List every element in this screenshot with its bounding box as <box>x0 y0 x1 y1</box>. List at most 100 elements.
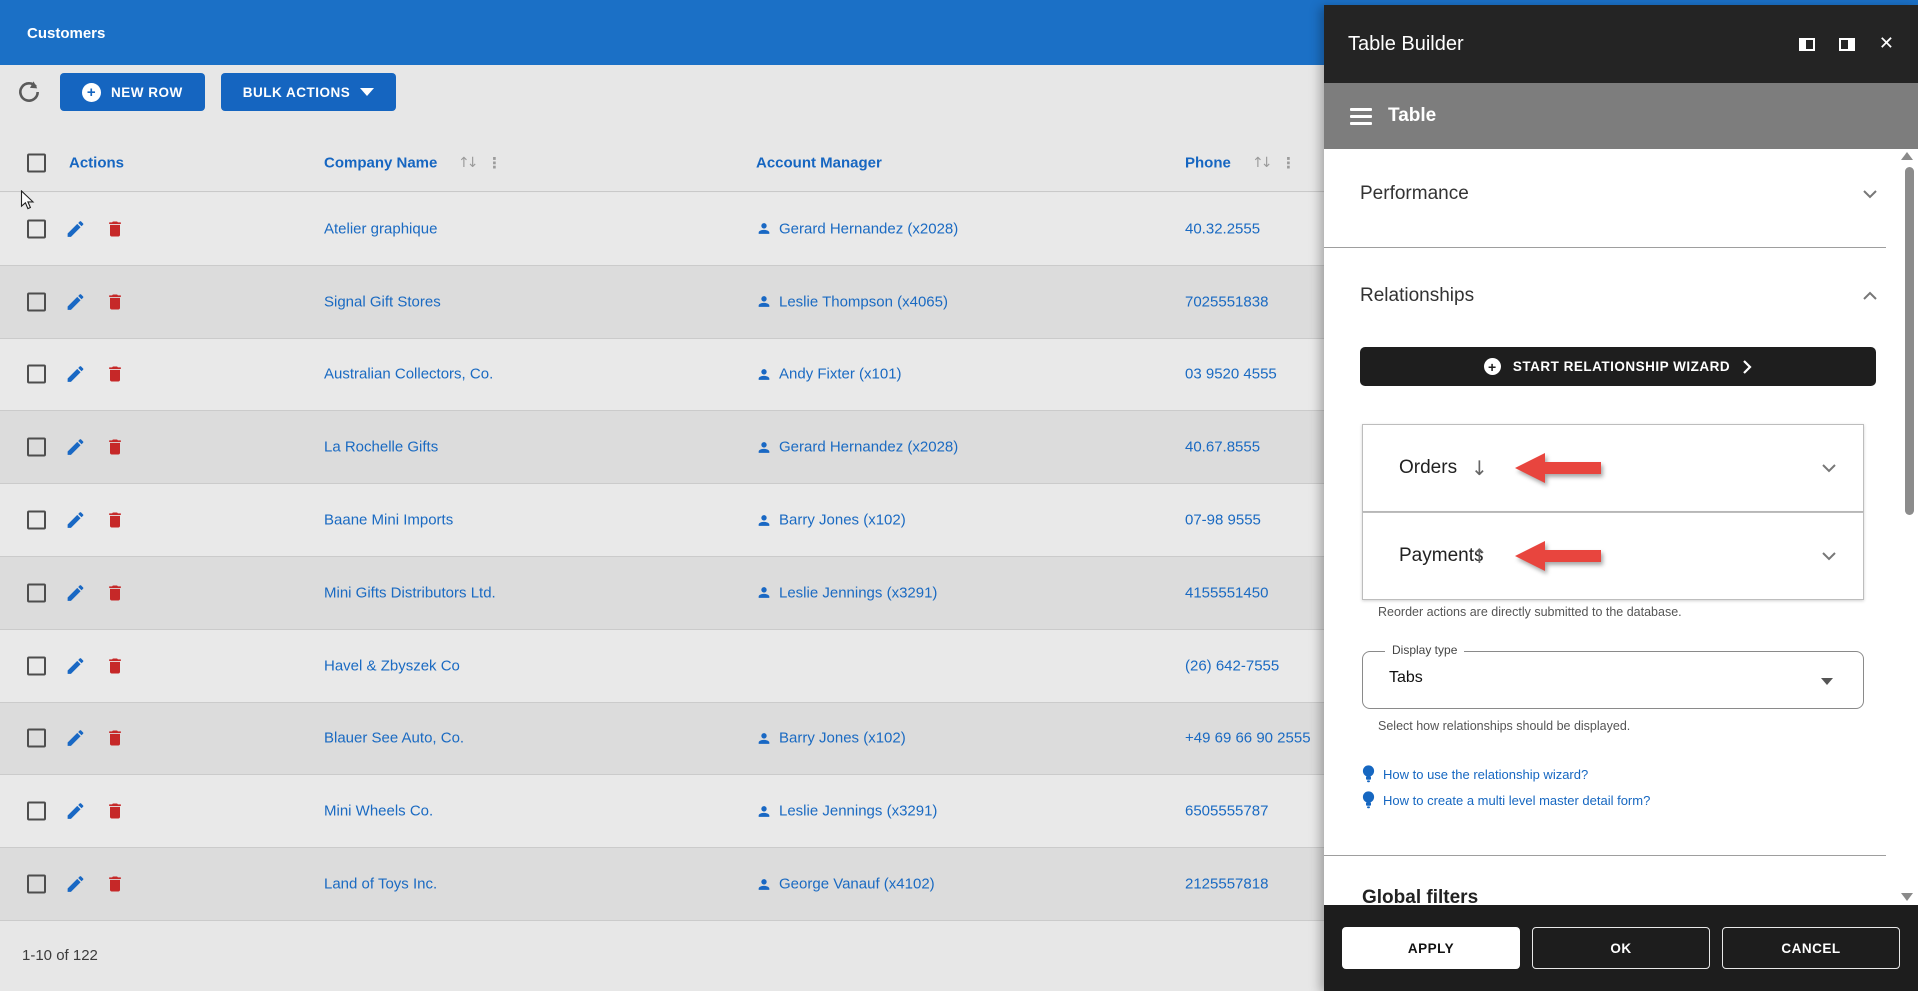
delete-row-button[interactable] <box>105 874 125 895</box>
trash-icon <box>105 655 125 676</box>
row-checkbox[interactable] <box>27 802 46 821</box>
scroll-up-icon[interactable] <box>1901 152 1913 160</box>
section-performance[interactable]: Performance <box>1360 183 1469 205</box>
help-link-wizard[interactable]: How to use the relationship wizard? <box>1362 765 1588 783</box>
display-type-select[interactable]: Display type Tabs <box>1362 651 1864 709</box>
row-checkbox[interactable] <box>27 656 46 675</box>
dock-right-icon[interactable] <box>1839 38 1855 51</box>
column-menu-icon[interactable]: ⋮ <box>487 154 502 172</box>
row-checkbox[interactable] <box>27 875 46 894</box>
manager-link: Leslie Thompson (x4065) <box>779 293 948 310</box>
edit-row-button[interactable] <box>65 874 86 895</box>
chevron-down-icon[interactable] <box>1821 551 1837 561</box>
help-link-master-detail[interactable]: How to create a multi level master detai… <box>1362 791 1650 809</box>
manager-cell[interactable]: George Vanauf (x4102) <box>756 876 935 893</box>
manager-cell[interactable]: Barry Jones (x102) <box>756 512 906 529</box>
company-link[interactable]: Land of Toys Inc. <box>324 876 437 893</box>
panel-section-bar[interactable]: Table <box>1324 83 1918 149</box>
column-header-company[interactable]: Company Name <box>324 155 437 172</box>
delete-row-button[interactable] <box>105 364 125 385</box>
column-header-manager[interactable]: Account Manager <box>756 155 882 172</box>
edit-row-button[interactable] <box>65 582 86 603</box>
manager-cell[interactable]: Leslie Thompson (x4065) <box>756 293 948 310</box>
edit-row-button[interactable] <box>65 291 86 312</box>
row-checkbox[interactable] <box>27 729 46 748</box>
scroll-down-icon[interactable] <box>1901 893 1913 901</box>
company-link[interactable]: Australian Collectors, Co. <box>324 366 493 383</box>
section-relationships[interactable]: Relationships <box>1360 285 1474 307</box>
company-link[interactable]: Baane Mini Imports <box>324 512 453 529</box>
sort-icon[interactable]: ↑↓ <box>458 155 475 171</box>
ok-button[interactable]: OK <box>1532 927 1710 969</box>
phone-value[interactable]: 7025551838 <box>1185 293 1268 310</box>
select-all-checkbox[interactable] <box>27 154 46 173</box>
delete-row-button[interactable] <box>105 291 125 312</box>
manager-cell[interactable]: Gerard Hernandez (x2028) <box>756 439 958 456</box>
row-checkbox[interactable] <box>27 219 46 238</box>
company-link[interactable]: Havel & Zbyszek Co <box>324 657 460 674</box>
manager-cell[interactable]: Andy Fixter (x101) <box>756 366 902 383</box>
delete-row-button[interactable] <box>105 655 125 676</box>
delete-row-button[interactable] <box>105 437 125 458</box>
row-checkbox[interactable] <box>27 438 46 457</box>
company-link[interactable]: La Rochelle Gifts <box>324 439 438 456</box>
chevron-down-icon[interactable] <box>1821 463 1837 473</box>
close-icon[interactable]: ✕ <box>1879 35 1894 53</box>
company-link[interactable]: Mini Gifts Distributors Ltd. <box>324 584 496 601</box>
delete-row-button[interactable] <box>105 728 125 749</box>
scrollbar-thumb[interactable] <box>1905 167 1914 515</box>
cancel-button[interactable]: CANCEL <box>1722 927 1900 969</box>
row-checkbox[interactable] <box>27 365 46 384</box>
delete-row-button[interactable] <box>105 510 125 531</box>
edit-row-button[interactable] <box>65 801 86 822</box>
phone-value[interactable]: 2125557818 <box>1185 876 1268 893</box>
phone-value[interactable]: 40.67.8555 <box>1185 439 1260 456</box>
edit-row-button[interactable] <box>65 364 86 385</box>
company-link[interactable]: Mini Wheels Co. <box>324 803 433 820</box>
row-checkbox[interactable] <box>27 292 46 311</box>
move-down-icon[interactable]: ↓ <box>1471 456 1488 480</box>
start-relationship-wizard-button[interactable]: + START RELATIONSHIP WIZARD <box>1360 347 1876 386</box>
edit-row-button[interactable] <box>65 218 86 239</box>
phone-value[interactable]: +49 69 66 90 2555 <box>1185 730 1311 747</box>
move-up-icon[interactable]: ↑ <box>1471 544 1488 568</box>
row-checkbox[interactable] <box>27 583 46 602</box>
chevron-down-icon[interactable] <box>1862 189 1878 199</box>
edit-row-button[interactable] <box>65 655 86 676</box>
manager-cell[interactable]: Gerard Hernandez (x2028) <box>756 220 958 237</box>
company-link[interactable]: Signal Gift Stores <box>324 293 441 310</box>
column-header-phone[interactable]: Phone <box>1185 155 1231 172</box>
phone-value[interactable]: 6505555787 <box>1185 803 1268 820</box>
chevron-up-icon[interactable] <box>1862 291 1878 301</box>
edit-row-button[interactable] <box>65 510 86 531</box>
person-icon <box>756 221 772 237</box>
phone-value[interactable]: 07-98 9555 <box>1185 512 1261 529</box>
apply-button[interactable]: APPLY <box>1342 927 1520 969</box>
pencil-icon <box>65 510 86 531</box>
manager-cell[interactable]: Barry Jones (x102) <box>756 730 906 747</box>
bulk-actions-button[interactable]: BULK ACTIONS <box>221 73 397 111</box>
display-type-label: Display type <box>1385 643 1464 657</box>
manager-cell[interactable]: Leslie Jennings (x3291) <box>756 803 937 820</box>
refresh-button[interactable] <box>14 77 44 107</box>
column-menu-icon[interactable]: ⋮ <box>1281 154 1296 172</box>
relationship-card-payments[interactable]: Payments ↑ <box>1362 512 1864 600</box>
relationship-card-orders[interactable]: Orders ↓ <box>1362 424 1864 512</box>
phone-value[interactable]: 40.32.2555 <box>1185 220 1260 237</box>
delete-row-button[interactable] <box>105 801 125 822</box>
phone-value[interactable]: 03 9520 4555 <box>1185 366 1277 383</box>
delete-row-button[interactable] <box>105 218 125 239</box>
dock-left-icon[interactable] <box>1799 38 1815 51</box>
edit-row-button[interactable] <box>65 728 86 749</box>
phone-value[interactable]: 4155551450 <box>1185 584 1268 601</box>
new-row-button[interactable]: + NEW ROW <box>60 73 205 111</box>
trash-icon <box>105 437 125 458</box>
row-checkbox[interactable] <box>27 511 46 530</box>
delete-row-button[interactable] <box>105 582 125 603</box>
company-link[interactable]: Blauer See Auto, Co. <box>324 730 464 747</box>
sort-icon[interactable]: ↑↓ <box>1252 155 1269 171</box>
manager-cell[interactable]: Leslie Jennings (x3291) <box>756 584 937 601</box>
phone-value[interactable]: (26) 642-7555 <box>1185 657 1279 674</box>
company-link[interactable]: Atelier graphique <box>324 220 437 237</box>
edit-row-button[interactable] <box>65 437 86 458</box>
